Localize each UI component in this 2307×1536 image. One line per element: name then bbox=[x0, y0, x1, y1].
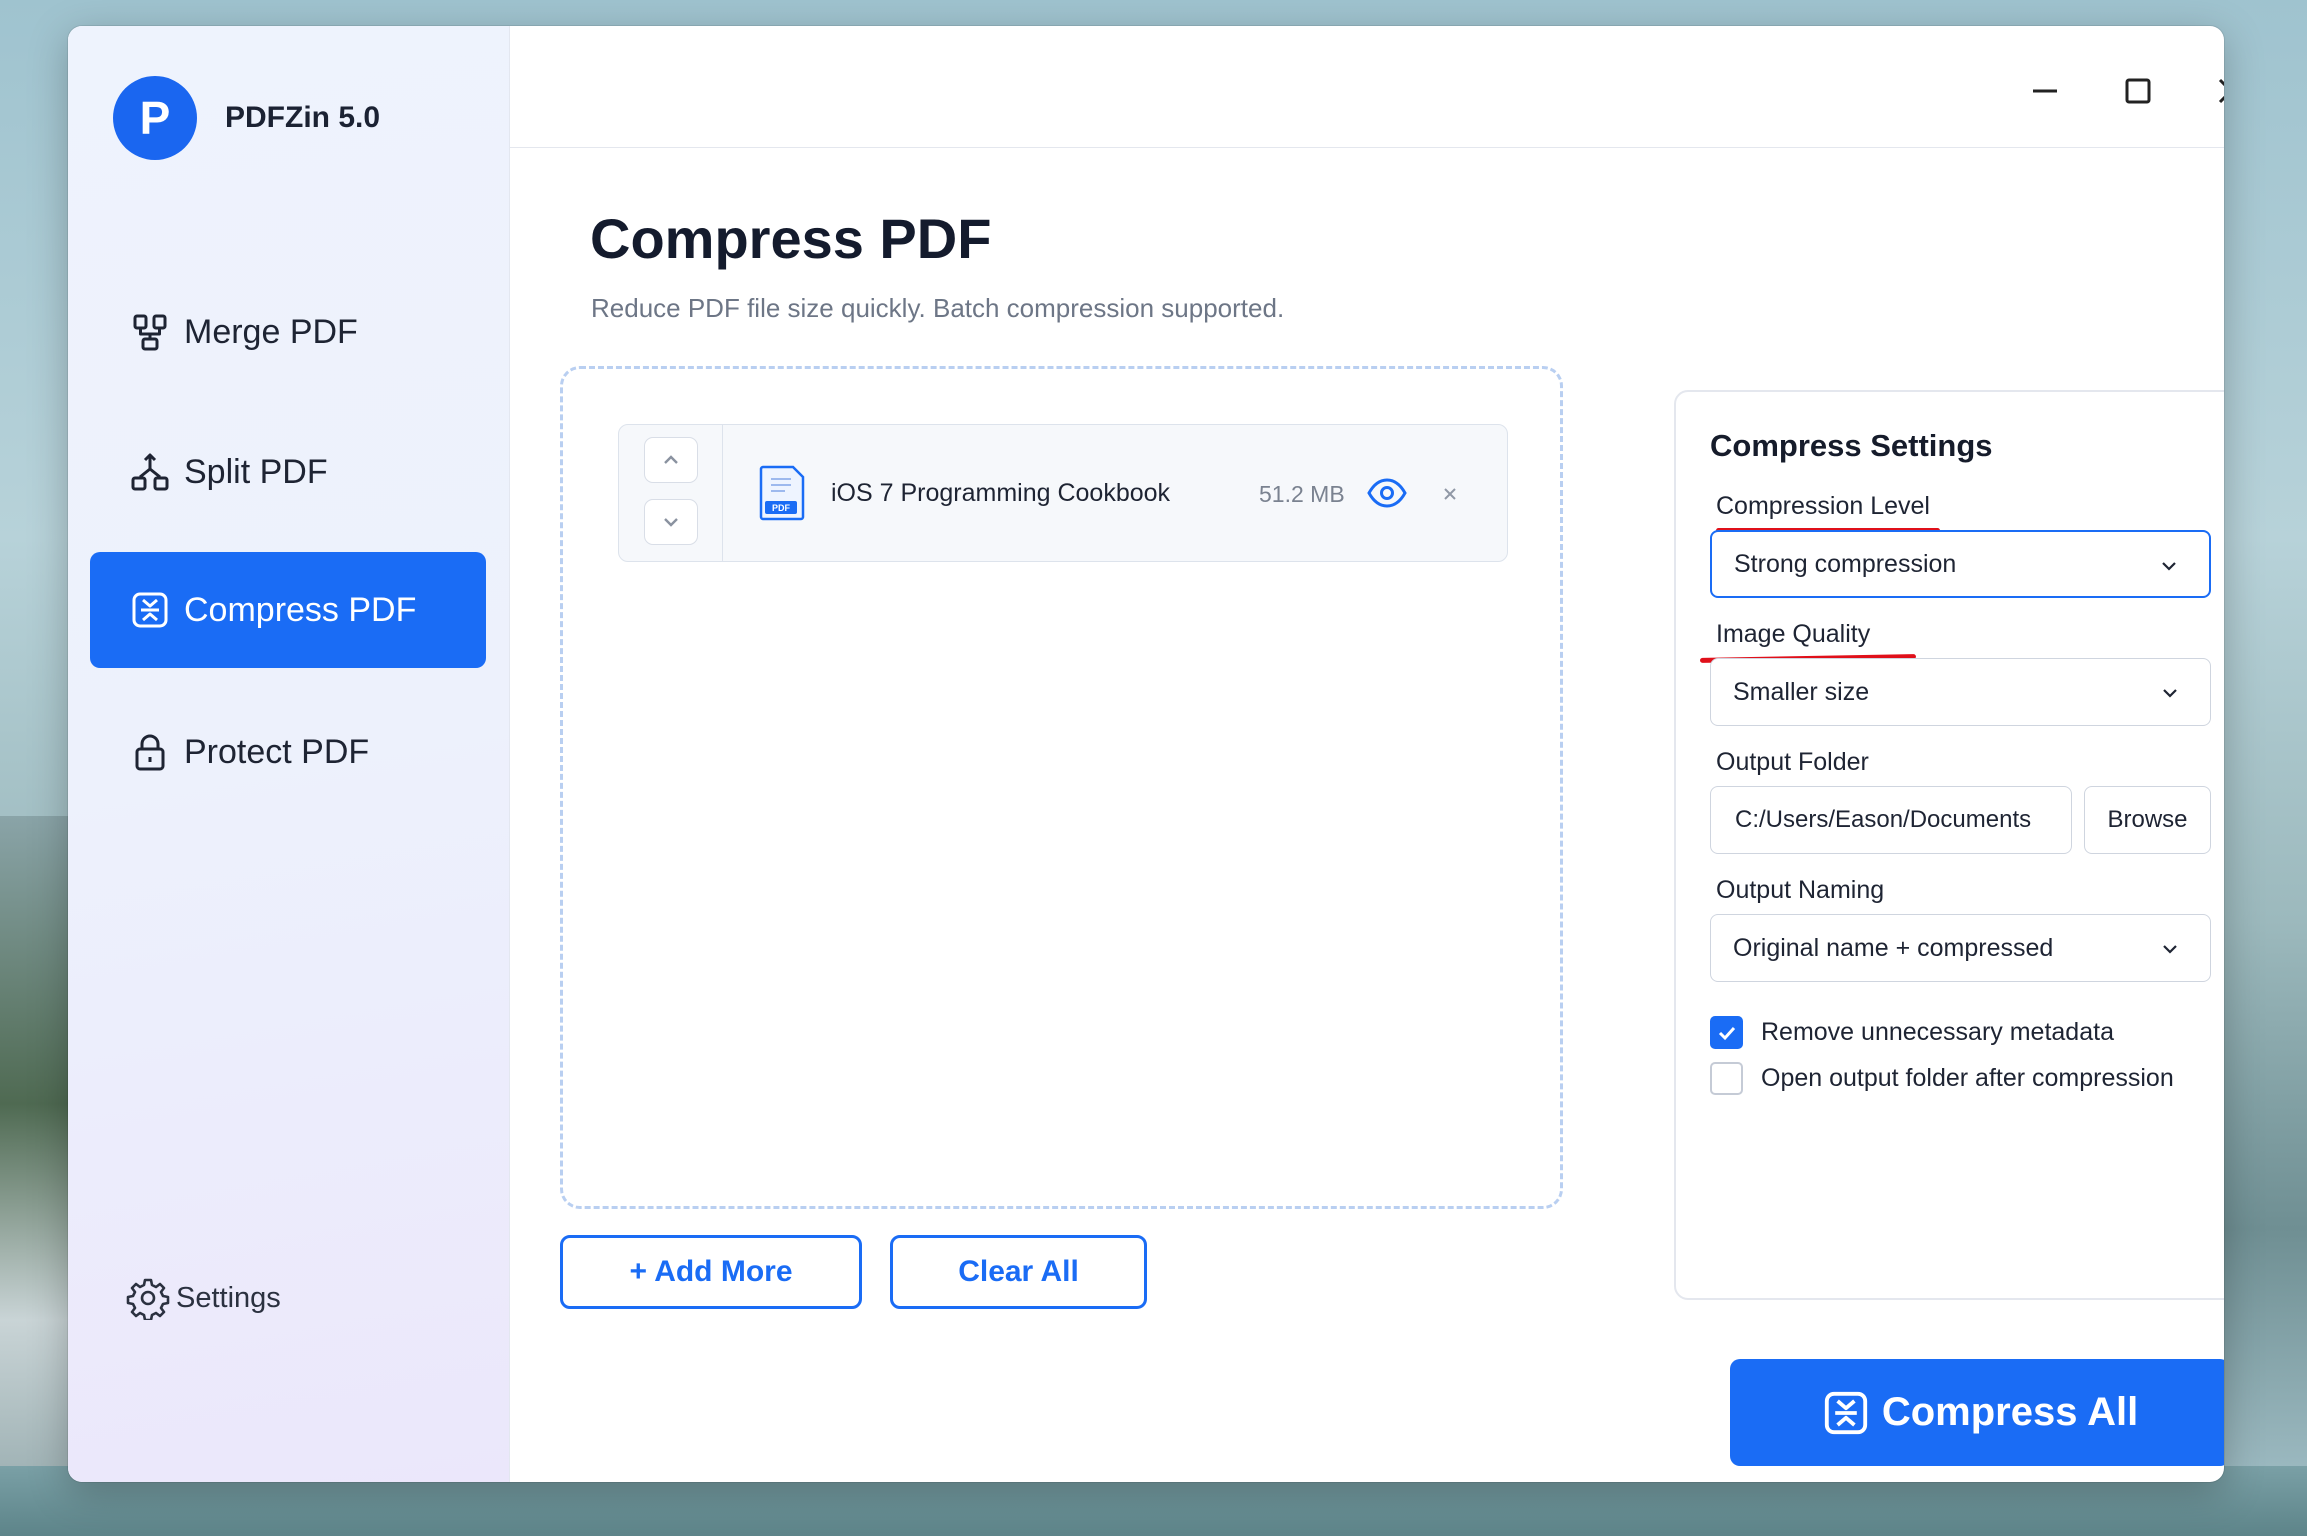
output-folder-label: Output Folder bbox=[1716, 748, 1869, 776]
compress-all-button[interactable]: Compress All bbox=[1730, 1359, 2224, 1466]
output-folder-field[interactable]: C:/Users/Eason/Documents bbox=[1710, 786, 2072, 854]
chevron-down-icon bbox=[664, 518, 678, 527]
reorder-controls bbox=[619, 425, 723, 561]
move-up-button[interactable] bbox=[644, 437, 698, 483]
compression-level-select[interactable]: Strong compression bbox=[1710, 530, 2211, 598]
settings-label: Settings bbox=[176, 1281, 281, 1314]
app-name: PDFZin 5.0 bbox=[225, 101, 381, 134]
brand: P PDFZin 5.0 bbox=[113, 76, 380, 160]
file-size: 51.2 MB bbox=[1259, 481, 1345, 507]
sidebar-item-protect-pdf[interactable]: Protect PDF bbox=[90, 694, 486, 810]
settings-title: Compress Settings bbox=[1710, 428, 1993, 463]
pdf-file-icon: PDF bbox=[759, 465, 805, 521]
image-quality-select[interactable]: Smaller size bbox=[1710, 658, 2211, 726]
app-logo: P bbox=[113, 76, 197, 160]
minimize-icon bbox=[2033, 89, 2057, 93]
checkmark-icon bbox=[1718, 1026, 1735, 1040]
remove-metadata-option[interactable]: Remove unnecessary metadata bbox=[1710, 1016, 2114, 1049]
output-naming-value: Original name + compressed bbox=[1733, 933, 2054, 962]
remove-file-icon[interactable] bbox=[1439, 483, 1461, 505]
file-name: iOS 7 Programming Cookbook bbox=[831, 479, 1171, 507]
compression-level-value: Strong compression bbox=[1734, 549, 1957, 578]
page-title: Compress PDF bbox=[590, 207, 992, 270]
preview-eye-icon[interactable] bbox=[1367, 475, 1407, 511]
maximize-icon bbox=[2125, 78, 2151, 104]
file-drop-zone[interactable]: PDF iOS 7 Programming Cookbook 51.2 MB bbox=[560, 366, 1563, 1209]
open-folder-option[interactable]: Open output folder after compression bbox=[1710, 1062, 2174, 1095]
remove-metadata-checkbox[interactable] bbox=[1710, 1016, 1743, 1049]
sidebar-item-settings[interactable]: Settings bbox=[126, 1276, 281, 1320]
open-folder-label: Open output folder after compression bbox=[1761, 1064, 2174, 1092]
app-window: P PDFZin 5.0 Merge PDF Split PDF Compres… bbox=[68, 26, 2224, 1482]
move-down-button[interactable] bbox=[644, 499, 698, 545]
merge-icon bbox=[133, 314, 167, 351]
sidebar-item-merge-pdf[interactable]: Merge PDF bbox=[90, 274, 486, 390]
split-icon bbox=[131, 453, 169, 491]
remove-metadata-label: Remove unnecessary metadata bbox=[1761, 1018, 2114, 1046]
sidebar-item-compress-pdf[interactable]: Compress PDF bbox=[90, 552, 486, 668]
chevron-up-icon bbox=[664, 455, 678, 464]
compression-level-label: Compression Level bbox=[1716, 492, 1930, 520]
sidebar-item-label: Protect PDF bbox=[184, 732, 370, 771]
sidebar-item-split-pdf[interactable]: Split PDF bbox=[90, 414, 486, 530]
minimize-button[interactable] bbox=[2020, 66, 2070, 116]
lock-icon bbox=[135, 734, 165, 771]
chevron-down-icon bbox=[2163, 689, 2177, 698]
compress-icon bbox=[1824, 1391, 1867, 1434]
close-icon bbox=[2218, 78, 2224, 104]
chevron-down-icon bbox=[2162, 562, 2176, 571]
sidebar-item-label: Compress PDF bbox=[184, 590, 417, 629]
output-naming-label: Output Naming bbox=[1716, 876, 1885, 904]
compress-icon bbox=[132, 592, 168, 628]
open-folder-checkbox[interactable] bbox=[1710, 1062, 1743, 1095]
maximize-button[interactable] bbox=[2113, 66, 2163, 116]
page-subtitle: Reduce PDF file size quickly. Batch comp… bbox=[591, 293, 1285, 323]
close-button[interactable] bbox=[2206, 66, 2224, 116]
chevron-down-icon bbox=[2163, 945, 2177, 954]
file-list-item[interactable]: PDF iOS 7 Programming Cookbook 51.2 MB bbox=[618, 424, 1508, 562]
image-quality-value: Smaller size bbox=[1733, 677, 1870, 706]
title-bar bbox=[510, 26, 2224, 148]
clear-all-button[interactable]: Clear All bbox=[890, 1235, 1147, 1309]
browse-button[interactable]: Browse bbox=[2084, 786, 2211, 854]
output-naming-select[interactable]: Original name + compressed bbox=[1710, 914, 2211, 982]
output-folder-value: C:/Users/Eason/Documents bbox=[1735, 806, 2032, 833]
sidebar-item-label: Merge PDF bbox=[184, 312, 358, 351]
pdf-icon-text: PDF bbox=[772, 503, 791, 513]
gear-icon bbox=[126, 1278, 170, 1320]
sidebar-item-label: Split PDF bbox=[184, 452, 328, 491]
image-quality-label: Image Quality bbox=[1716, 620, 1871, 648]
add-more-button[interactable]: + Add More bbox=[560, 1235, 862, 1309]
sidebar: P PDFZin 5.0 Merge PDF Split PDF Compres… bbox=[68, 26, 510, 1482]
compress-all-label: Compress All bbox=[1881, 1390, 2139, 1434]
compress-settings-panel: Compress Settings Compression Level Stro… bbox=[1674, 390, 2224, 1300]
